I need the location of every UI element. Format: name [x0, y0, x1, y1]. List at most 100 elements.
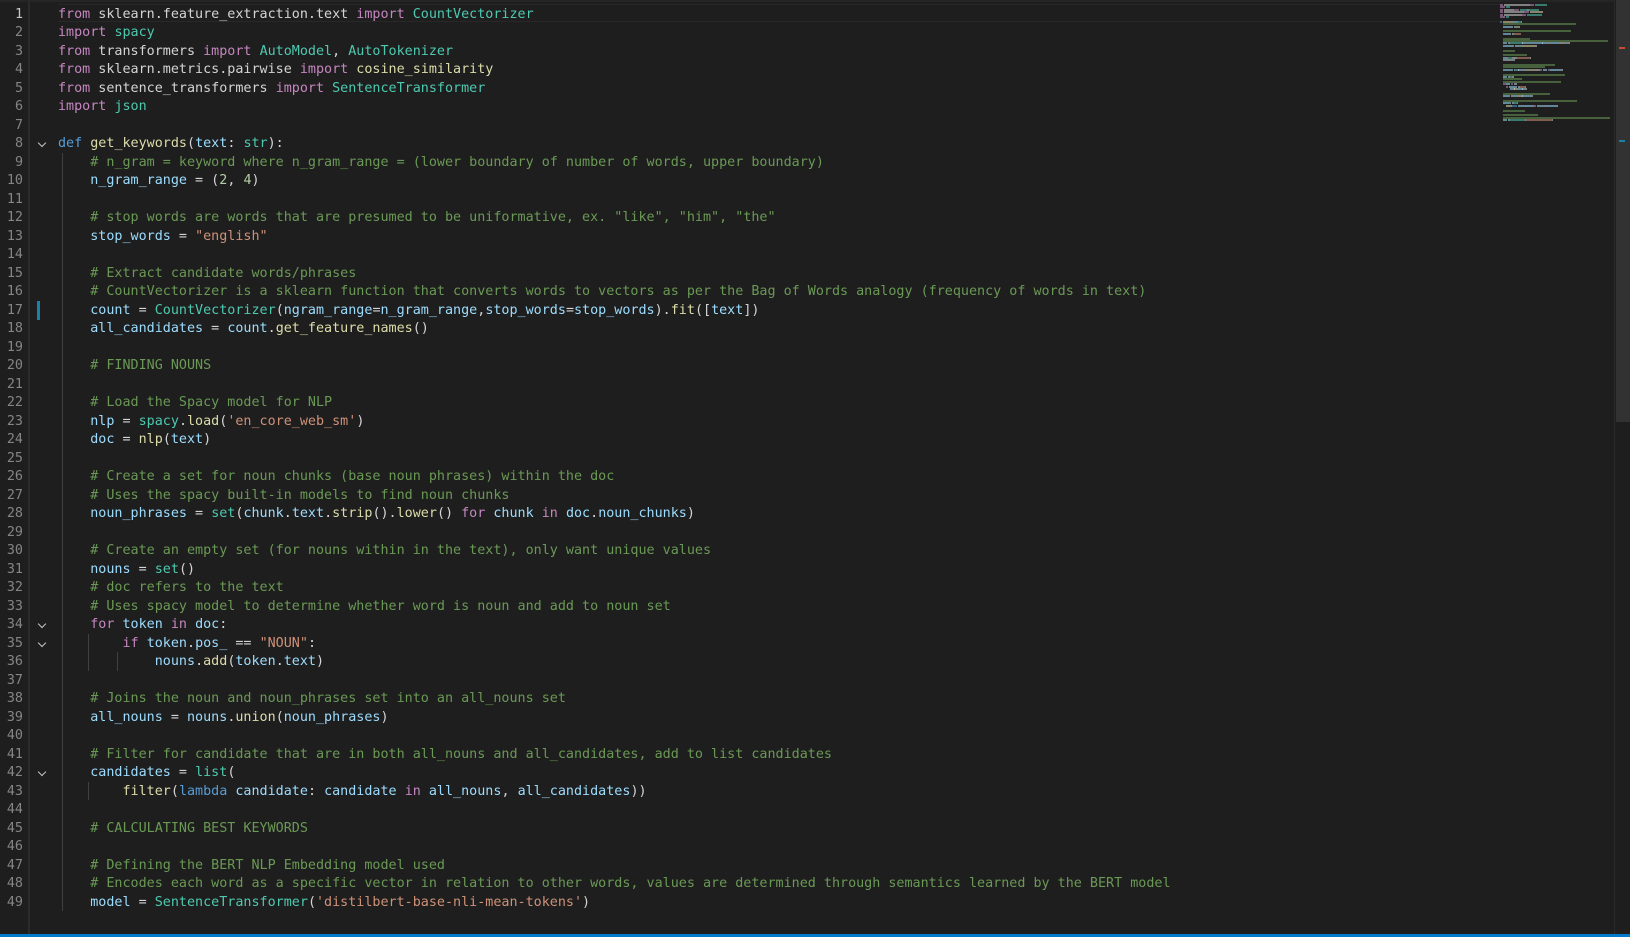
code-line[interactable]: nouns.add(token.text) [58, 652, 324, 671]
line-number[interactable]: 39 [0, 708, 23, 727]
code-line[interactable]: noun_phrases = set(chunk.text.strip().lo… [58, 504, 695, 523]
line-number[interactable]: 7 [0, 116, 23, 135]
code-line[interactable]: def get_keywords(text: str): [58, 134, 284, 153]
line-number[interactable]: 49 [0, 893, 23, 912]
scrollbar-thumb[interactable] [1616, 0, 1630, 422]
code-line[interactable]: filter(lambda candidate: candidate in al… [58, 782, 647, 801]
line-number[interactable]: 47 [0, 856, 23, 875]
code-token: = [162, 709, 187, 725]
code-editor[interactable]: 1 2 3 4 5 6 7 8 9 10 11 12 13 14 15 16 17 18 19 20 21 22 23 24 2… [0, 0, 1630, 937]
code-line[interactable]: from transformers import AutoModel, Auto… [58, 42, 453, 61]
code-line[interactable]: for token in doc: [58, 615, 227, 634]
code-line[interactable]: # Create an empty set (for nouns within … [58, 541, 711, 560]
code-line[interactable]: n_gram_range = (2, 4) [58, 171, 259, 190]
line-number[interactable]: 20 [0, 356, 23, 375]
code-line[interactable]: # Uses spacy model to determine whether … [58, 597, 670, 616]
code-line[interactable]: # Uses the spacy built-in models to find… [58, 486, 509, 505]
code-line[interactable]: # Defining the BERT NLP Embedding model … [58, 856, 445, 875]
code-line[interactable]: from sklearn.metrics.pairwise import cos… [58, 60, 493, 79]
line-number[interactable]: 45 [0, 819, 23, 838]
chevron-down-icon[interactable] [36, 616, 48, 635]
code-line[interactable]: nlp = spacy.load('en_core_web_sm') [58, 412, 364, 431]
minimap[interactable] [1500, 0, 1612, 937]
line-number[interactable]: 1 [0, 5, 23, 24]
line-number[interactable]: 31 [0, 560, 23, 579]
minimap-token [1521, 44, 1536, 47]
chevron-down-icon[interactable] [36, 635, 48, 654]
line-number[interactable]: 12 [0, 208, 23, 227]
chevron-down-icon[interactable] [36, 135, 48, 154]
line-number[interactable]: 15 [0, 264, 23, 283]
code-line[interactable]: all_candidates = count.get_feature_names… [58, 319, 429, 338]
code-line[interactable]: count = CountVectorizer(ngram_range=n_gr… [58, 301, 759, 320]
line-number[interactable]: 33 [0, 597, 23, 616]
code-line[interactable]: # Encodes each word as a specific vector… [58, 874, 1170, 893]
line-number[interactable]: 14 [0, 245, 23, 264]
line-number[interactable]: 30 [0, 541, 23, 560]
line-number[interactable]: 11 [0, 190, 23, 209]
code-line[interactable]: # CountVectorizer is a sklearn function … [58, 282, 1146, 301]
line-number[interactable]: 42 [0, 763, 23, 782]
chevron-down-icon[interactable] [36, 764, 48, 783]
line-number[interactable]: 34 [0, 615, 23, 634]
minimap-token [1526, 104, 1534, 107]
line-number[interactable]: 24 [0, 430, 23, 449]
code-line[interactable]: nouns = set() [58, 560, 195, 579]
line-number[interactable]: 25 [0, 449, 23, 468]
line-number[interactable]: 3 [0, 42, 23, 61]
line-number[interactable]: 36 [0, 652, 23, 671]
code-line[interactable]: # Extract candidate words/phrases [58, 264, 356, 283]
code-line[interactable]: if token.pos_ == "NOUN": [58, 634, 317, 653]
line-number[interactable]: 17 [0, 301, 23, 320]
code-line[interactable]: doc = nlp(text) [58, 430, 211, 449]
line-number[interactable]: 16 [0, 282, 23, 301]
line-number[interactable]: 8 [0, 134, 23, 153]
code-line[interactable]: all_nouns = nouns.union(noun_phrases) [58, 708, 388, 727]
line-number[interactable]: 2 [0, 23, 23, 42]
line-number[interactable]: 44 [0, 800, 23, 819]
code-line[interactable]: stop_words = "english" [58, 227, 267, 246]
line-number[interactable]: 18 [0, 319, 23, 338]
code-line[interactable]: # Filter for candidate that are in both … [58, 745, 832, 764]
code-line[interactable]: from sentence_transformers import Senten… [58, 79, 485, 98]
line-number[interactable]: 38 [0, 689, 23, 708]
line-number[interactable]: 46 [0, 837, 23, 856]
code-line[interactable]: # Load the Spacy model for NLP [58, 393, 332, 412]
line-number[interactable]: 9 [0, 153, 23, 172]
line-number[interactable]: 28 [0, 504, 23, 523]
line-number[interactable]: 32 [0, 578, 23, 597]
line-number[interactable]: 35 [0, 634, 23, 653]
code-area[interactable]: from sklearn.feature_extraction.text imp… [58, 0, 1500, 937]
line-number[interactable]: 4 [0, 60, 23, 79]
line-number[interactable]: 27 [0, 486, 23, 505]
line-number[interactable]: 41 [0, 745, 23, 764]
line-number[interactable]: 21 [0, 375, 23, 394]
line-number[interactable]: 23 [0, 412, 23, 431]
code-line[interactable]: from sklearn.feature_extraction.text imp… [58, 5, 534, 24]
line-number[interactable]: 29 [0, 523, 23, 542]
code-line[interactable]: import spacy [58, 23, 155, 42]
line-number[interactable]: 10 [0, 171, 23, 190]
line-number[interactable]: 37 [0, 671, 23, 690]
line-number[interactable]: 40 [0, 726, 23, 745]
line-number[interactable]: 43 [0, 782, 23, 801]
code-line[interactable]: # doc refers to the text [58, 578, 283, 597]
code-line[interactable]: # n_gram = keyword where n_gram_range = … [58, 153, 824, 172]
modified-line-marker[interactable] [37, 300, 40, 320]
line-number[interactable]: 5 [0, 79, 23, 98]
code-line[interactable]: model = SentenceTransformer('distilbert-… [58, 893, 590, 912]
code-line[interactable]: candidates = list( [58, 763, 235, 782]
line-number[interactable]: 13 [0, 227, 23, 246]
code-line[interactable]: # stop words are words that are presumed… [58, 208, 775, 227]
code-line[interactable]: # CALCULATING BEST KEYWORDS [58, 819, 308, 838]
line-number[interactable]: 6 [0, 97, 23, 116]
line-number[interactable]: 22 [0, 393, 23, 412]
code-line[interactable]: # Create a set for noun chunks (base nou… [58, 467, 614, 486]
line-number[interactable]: 26 [0, 467, 23, 486]
code-line[interactable]: # Joins the noun and noun_phrases set in… [58, 689, 566, 708]
code-line[interactable]: # FINDING NOUNS [58, 356, 211, 375]
line-number[interactable]: 19 [0, 338, 23, 357]
line-number[interactable]: 48 [0, 874, 23, 893]
code-line[interactable]: import json [58, 97, 147, 116]
